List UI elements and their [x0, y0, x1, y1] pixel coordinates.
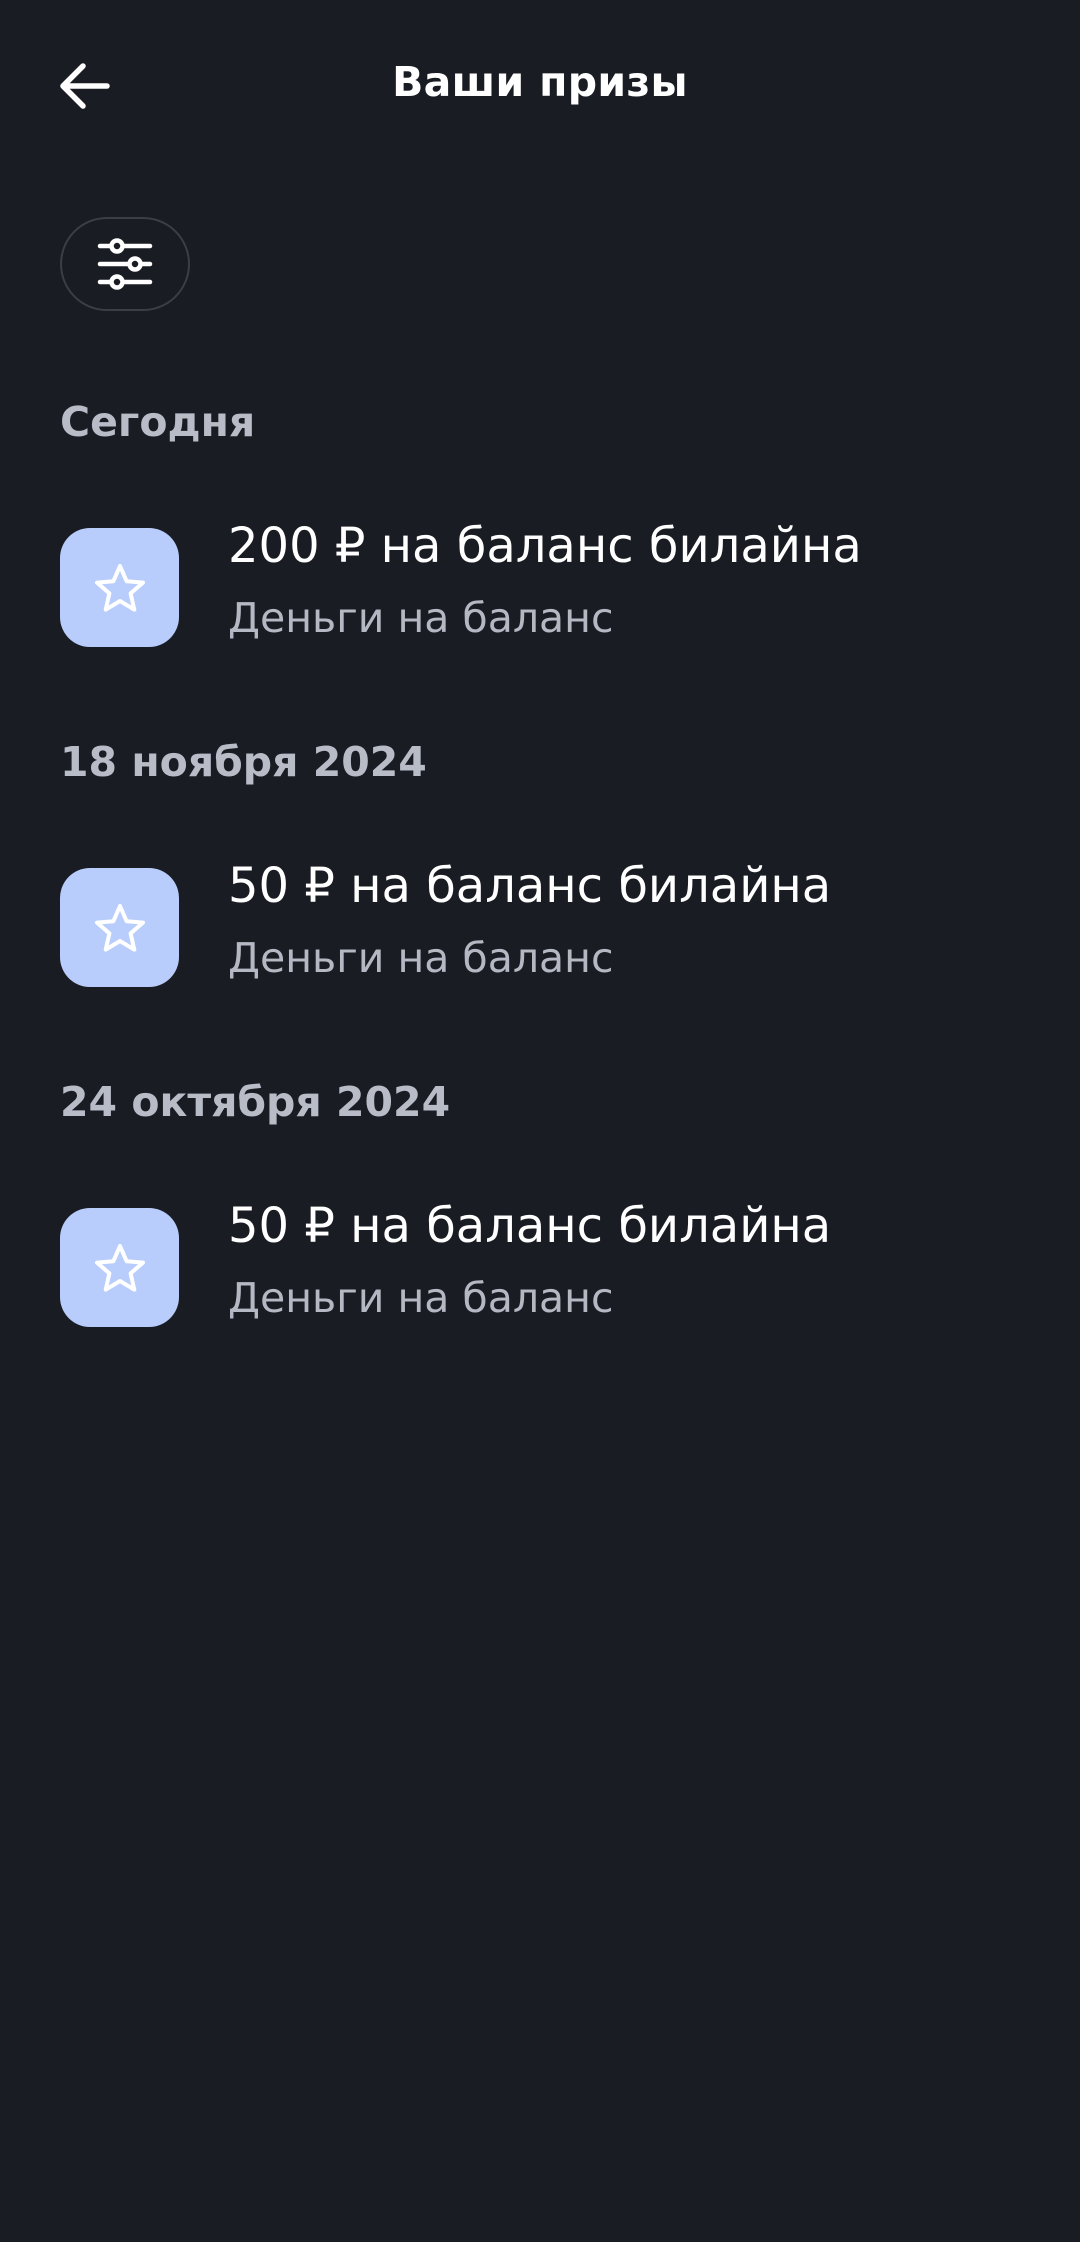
star-icon — [94, 903, 145, 952]
prize-icon-tile — [60, 1208, 179, 1327]
prize-title: 200 ₽ на баланс билайна — [228, 518, 862, 574]
prize-icon-tile — [60, 528, 179, 647]
prize-icon-tile — [60, 868, 179, 987]
section-date: 24 октября 2024 — [60, 1078, 451, 1126]
prize-list-item[interactable]: 50 ₽ на баланс билайна Деньги на баланс — [60, 858, 1020, 988]
prize-list-item[interactable]: 200 ₽ на баланс билайна Деньги на баланс — [60, 518, 1020, 648]
page-title: Ваши призы — [392, 58, 688, 106]
star-icon — [94, 563, 145, 612]
section-date: Сегодня — [60, 398, 256, 446]
section-date: 18 ноября 2024 — [60, 738, 427, 786]
prize-subtitle: Деньги на баланс — [228, 594, 614, 642]
prize-list-item[interactable]: 50 ₽ на баланс билайна Деньги на баланс — [60, 1198, 1020, 1328]
app-header: Ваши призы — [0, 0, 1080, 170]
prize-title: 50 ₽ на баланс билайна — [228, 1198, 832, 1254]
prize-subtitle: Деньги на баланс — [228, 934, 614, 982]
star-icon — [94, 1243, 145, 1292]
prize-title: 50 ₽ на баланс билайна — [228, 858, 832, 914]
sliders-icon — [97, 238, 153, 290]
prize-subtitle: Деньги на баланс — [228, 1274, 614, 1322]
filter-button[interactable] — [60, 217, 190, 311]
